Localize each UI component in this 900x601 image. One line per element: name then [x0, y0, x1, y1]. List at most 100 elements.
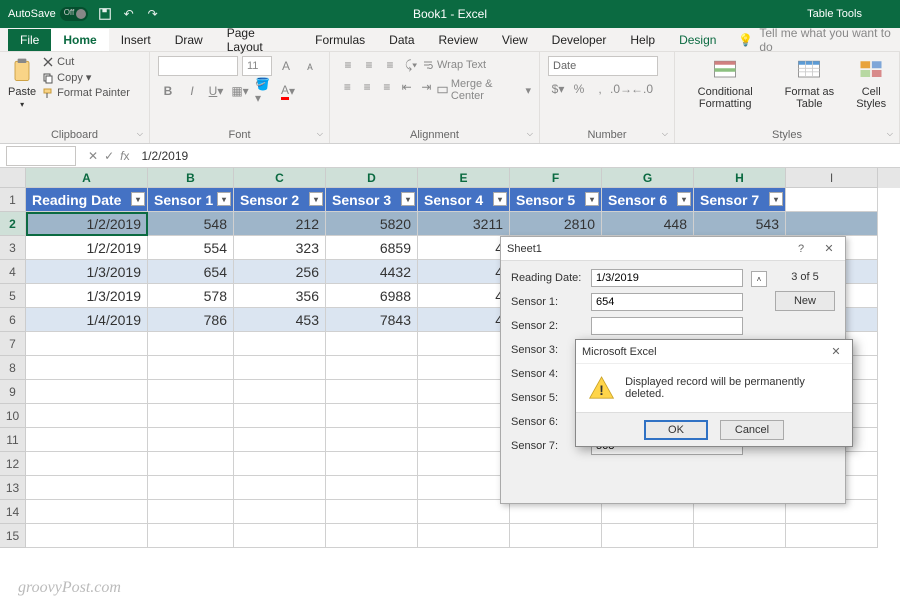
row-header-2[interactable]: 2 [0, 212, 26, 236]
cell[interactable]: 323 [234, 236, 326, 260]
close-icon[interactable]: ✕ [819, 240, 839, 258]
align-left-icon[interactable]: ≡ [338, 78, 357, 96]
cell[interactable] [418, 500, 510, 524]
cell[interactable] [26, 332, 148, 356]
cell[interactable] [510, 524, 602, 548]
cell[interactable]: 1/2/2019 [26, 212, 148, 236]
cell[interactable] [326, 380, 418, 404]
cell[interactable] [418, 380, 510, 404]
cell[interactable] [326, 404, 418, 428]
decrease-decimal-icon[interactable]: ←.0 [632, 80, 652, 98]
cell[interactable] [148, 380, 234, 404]
cell[interactable]: 356 [234, 284, 326, 308]
cell[interactable] [26, 452, 148, 476]
currency-button[interactable]: $▾ [548, 80, 568, 98]
conditional-formatting-button[interactable]: Conditional Formatting [683, 56, 767, 110]
col-header-G[interactable]: G [602, 168, 694, 188]
cell[interactable]: 6988 [326, 284, 418, 308]
cell[interactable] [148, 404, 234, 428]
cell[interactable]: 786 [148, 308, 234, 332]
border-button[interactable]: ▦▾ [230, 82, 250, 100]
cell[interactable]: 6859 [326, 236, 418, 260]
percent-button[interactable]: % [569, 80, 589, 98]
filter-dropdown-icon[interactable]: ▾ [493, 192, 507, 206]
cell[interactable]: 2810 [510, 212, 602, 236]
tell-me[interactable]: 💡 Tell me what you want to do [738, 26, 900, 54]
wrap-text-button[interactable]: Wrap Text [422, 56, 486, 74]
tab-insert[interactable]: Insert [109, 29, 163, 51]
cell[interactable] [418, 332, 510, 356]
row-header-5[interactable]: 5 [0, 284, 26, 308]
increase-decimal-icon[interactable]: .0→ [611, 80, 631, 98]
cell[interactable] [234, 500, 326, 524]
filter-dropdown-icon[interactable]: ▾ [309, 192, 323, 206]
format-as-table-button[interactable]: Format as Table [779, 56, 839, 110]
row-header-15[interactable]: 15 [0, 524, 26, 548]
cell[interactable]: 578 [148, 284, 234, 308]
cell[interactable] [418, 428, 510, 452]
sensor2-field[interactable] [591, 317, 743, 335]
fill-color-button[interactable]: 🪣▾ [254, 82, 274, 100]
cell[interactable]: 4432 [326, 260, 418, 284]
tab-home[interactable]: Home [51, 29, 108, 51]
filter-dropdown-icon[interactable]: ▾ [769, 192, 783, 206]
cell[interactable] [326, 356, 418, 380]
cell[interactable] [418, 452, 510, 476]
cell[interactable] [148, 332, 234, 356]
tab-review[interactable]: Review [427, 29, 490, 51]
table-header[interactable]: Sensor 7▾ [694, 188, 786, 212]
cell[interactable] [326, 476, 418, 500]
cell[interactable] [26, 428, 148, 452]
cell[interactable] [418, 356, 510, 380]
align-bottom-icon[interactable]: ≡ [380, 56, 400, 74]
table-header[interactable]: Sensor 2▾ [234, 188, 326, 212]
row-header-11[interactable]: 11 [0, 428, 26, 452]
row-header-3[interactable]: 3 [0, 236, 26, 260]
cell[interactable] [148, 428, 234, 452]
table-header[interactable]: Reading Date▾ [26, 188, 148, 212]
tab-design[interactable]: Design [667, 29, 728, 51]
col-header-I[interactable]: I [786, 168, 878, 188]
close-icon[interactable]: ✕ [826, 343, 846, 361]
table-header[interactable]: Sensor 1▾ [148, 188, 234, 212]
cell[interactable] [234, 380, 326, 404]
cell[interactable] [148, 500, 234, 524]
merge-center-button[interactable]: Merge & Center ▾ [437, 78, 531, 102]
cell[interactable]: 4 [418, 260, 510, 284]
cell[interactable]: 548 [148, 212, 234, 236]
cell[interactable] [418, 476, 510, 500]
increase-font-icon[interactable]: A [276, 57, 296, 75]
tab-help[interactable]: Help [618, 29, 667, 51]
row-header-13[interactable]: 13 [0, 476, 26, 500]
cell[interactable] [26, 500, 148, 524]
cell[interactable] [418, 404, 510, 428]
underline-button[interactable]: U▾ [206, 82, 226, 100]
col-header-B[interactable]: B [148, 168, 234, 188]
cell[interactable] [234, 428, 326, 452]
font-size-select[interactable] [242, 56, 272, 76]
row-header-9[interactable]: 9 [0, 380, 26, 404]
cell[interactable] [786, 524, 878, 548]
cell[interactable] [326, 452, 418, 476]
redo-icon[interactable]: ↷ [146, 7, 160, 21]
font-family-select[interactable] [158, 56, 238, 76]
cell[interactable]: 4 [418, 284, 510, 308]
cell[interactable] [234, 332, 326, 356]
sensor1-field[interactable] [591, 293, 743, 311]
cell[interactable] [234, 356, 326, 380]
table-header[interactable]: Sensor 3▾ [326, 188, 418, 212]
cell[interactable]: 7843 [326, 308, 418, 332]
filter-dropdown-icon[interactable]: ▾ [217, 192, 231, 206]
cell[interactable] [148, 452, 234, 476]
cell[interactable] [418, 524, 510, 548]
cell[interactable] [694, 524, 786, 548]
bold-button[interactable]: B [158, 82, 178, 100]
italic-button[interactable]: I [182, 82, 202, 100]
col-header-F[interactable]: F [510, 168, 602, 188]
cell[interactable]: 212 [234, 212, 326, 236]
table-header[interactable]: Sensor 4▾ [418, 188, 510, 212]
cell[interactable]: 256 [234, 260, 326, 284]
row-header-8[interactable]: 8 [0, 356, 26, 380]
cell[interactable]: 1/2/2019 [26, 236, 148, 260]
cell[interactable]: 448 [602, 212, 694, 236]
